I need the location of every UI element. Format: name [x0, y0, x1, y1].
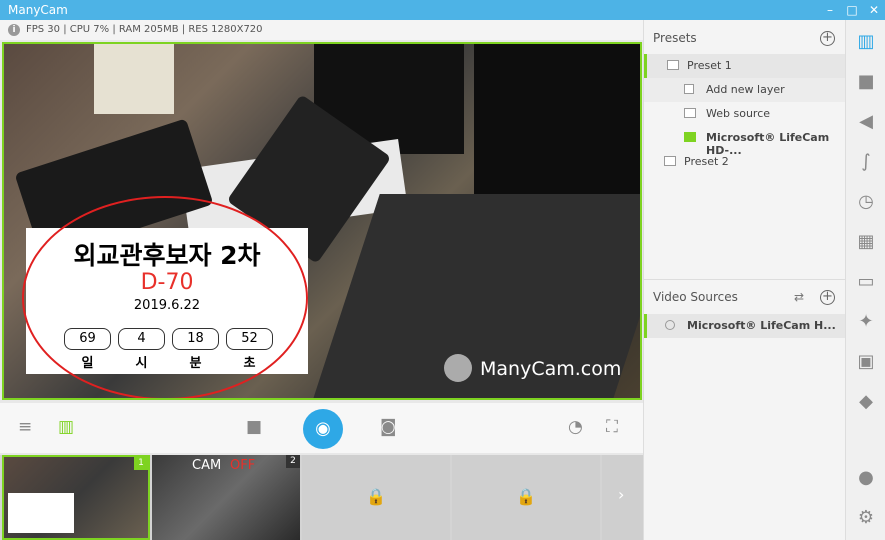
draw-tab-icon[interactable]: ∫	[854, 150, 878, 174]
preset-1[interactable]: Preset 1	[644, 54, 846, 78]
video-camera-icon[interactable]: ■	[246, 417, 262, 437]
web-source-icon	[684, 108, 696, 118]
effects-tab-icon[interactable]: ✦	[854, 310, 878, 334]
main-preview[interactable]: 외교관후보자 2차 D-70 2019.6.22 69 4 18 52 일 시 …	[2, 42, 642, 400]
red-ellipse-annotation	[22, 196, 308, 398]
side-panel: Presets + Preset 1 Add new layer Web sou…	[643, 20, 846, 540]
info-bar: i FPS 30 | CPU 7% | RAM 205MB | RES 1280…	[0, 20, 643, 40]
presets-header: Presets	[653, 31, 697, 45]
add-new-layer[interactable]: Add new layer	[644, 78, 846, 102]
maximize-button[interactable]: □	[844, 2, 860, 18]
chevron-right-icon: ›	[618, 485, 625, 504]
audio-tab-icon[interactable]: ◀	[854, 110, 878, 134]
preset-icon	[664, 156, 676, 166]
control-bar: ≡ ▥ ■ ◉ ◙ ◔ ⛶	[0, 403, 643, 453]
title-bar: ManyCam – □ ✕	[0, 0, 885, 20]
add-preset-icon[interactable]: +	[820, 31, 835, 46]
info-icon[interactable]: i	[8, 24, 20, 36]
thumbnail-locked[interactable]: 🔒	[452, 455, 600, 540]
watermark: ManyCam.com	[480, 358, 622, 380]
thumbnail-2[interactable]: CAM OFF 2	[152, 455, 300, 540]
layers-icon[interactable]: ▥	[58, 417, 74, 437]
camera-source-icon	[684, 132, 696, 142]
performance-stats: FPS 30 | CPU 7% | RAM 205MB | RES 1280X7…	[26, 24, 263, 35]
webcam-icon	[665, 320, 675, 330]
preset-icon	[667, 60, 679, 70]
right-toolbar: ▥ ■ ◀ ∫ ◷ ▦ ▭ ✦ ▣ ◆ ● ⚙	[845, 20, 885, 540]
preset-thumbnails: 1 CAM OFF 2 🔒 🔒 ›	[0, 455, 643, 540]
minimize-button[interactable]: –	[822, 2, 838, 18]
chroma-tab-icon[interactable]: ▦	[854, 230, 878, 254]
layer-label: Web source	[706, 107, 771, 120]
divider	[644, 279, 846, 280]
fullscreen-icon[interactable]: ⛶	[606, 417, 618, 437]
sources-settings-icon[interactable]: ⇄	[794, 290, 804, 304]
thumbnail-number: 2	[286, 455, 300, 468]
thumbnail-1[interactable]: 1	[2, 455, 150, 540]
thumbnails-next[interactable]: ›	[602, 455, 643, 540]
preset-label: Preset 2	[684, 155, 729, 168]
playlist-icon[interactable]: ≡	[18, 417, 32, 437]
lower-third-tab-icon[interactable]: ▭	[854, 270, 878, 294]
lock-icon: 🔒	[516, 487, 536, 506]
video-source-lifecam[interactable]: Microsoft® LifeCam H...	[644, 314, 846, 338]
layer-web-source[interactable]: Web source	[644, 102, 846, 126]
preset-label: Preset 1	[687, 59, 732, 72]
broadcast-button[interactable]: ◉	[303, 409, 343, 449]
layer-lifecam[interactable]: Microsoft® LifeCam HD-...	[644, 126, 846, 157]
video-sources-header: Video Sources	[653, 290, 738, 304]
account-icon[interactable]: ●	[854, 466, 878, 490]
cam-label: CAM	[192, 458, 222, 473]
scene-books	[94, 44, 174, 114]
cam-off-label: OFF	[230, 458, 256, 473]
snapshot-camera-icon[interactable]: ◙	[380, 417, 397, 437]
preset-2[interactable]: Preset 2	[644, 150, 846, 174]
clock-tab-icon[interactable]: ◷	[854, 190, 878, 214]
manycam-logo-icon	[444, 354, 472, 382]
thumbnail-overlay	[8, 493, 74, 533]
video-tab-icon[interactable]: ■	[854, 70, 878, 94]
settings-gear-icon[interactable]: ⚙	[854, 506, 878, 530]
widgets-tab-icon[interactable]: ◆	[854, 390, 878, 414]
add-source-icon[interactable]: +	[820, 290, 835, 305]
mask-icon[interactable]: ◔	[568, 417, 583, 437]
presets-tab-icon[interactable]: ▥	[854, 30, 878, 54]
add-layer-icon	[684, 84, 694, 94]
close-button[interactable]: ✕	[866, 2, 882, 18]
lock-icon: 🔒	[366, 487, 386, 506]
images-tab-icon[interactable]: ▣	[854, 350, 878, 374]
layer-label: Add new layer	[706, 83, 785, 96]
thumbnail-locked[interactable]: 🔒	[302, 455, 450, 540]
source-label: Microsoft® LifeCam H...	[687, 319, 836, 332]
app-title: ManyCam	[8, 3, 68, 17]
thumbnail-number: 1	[134, 457, 148, 470]
